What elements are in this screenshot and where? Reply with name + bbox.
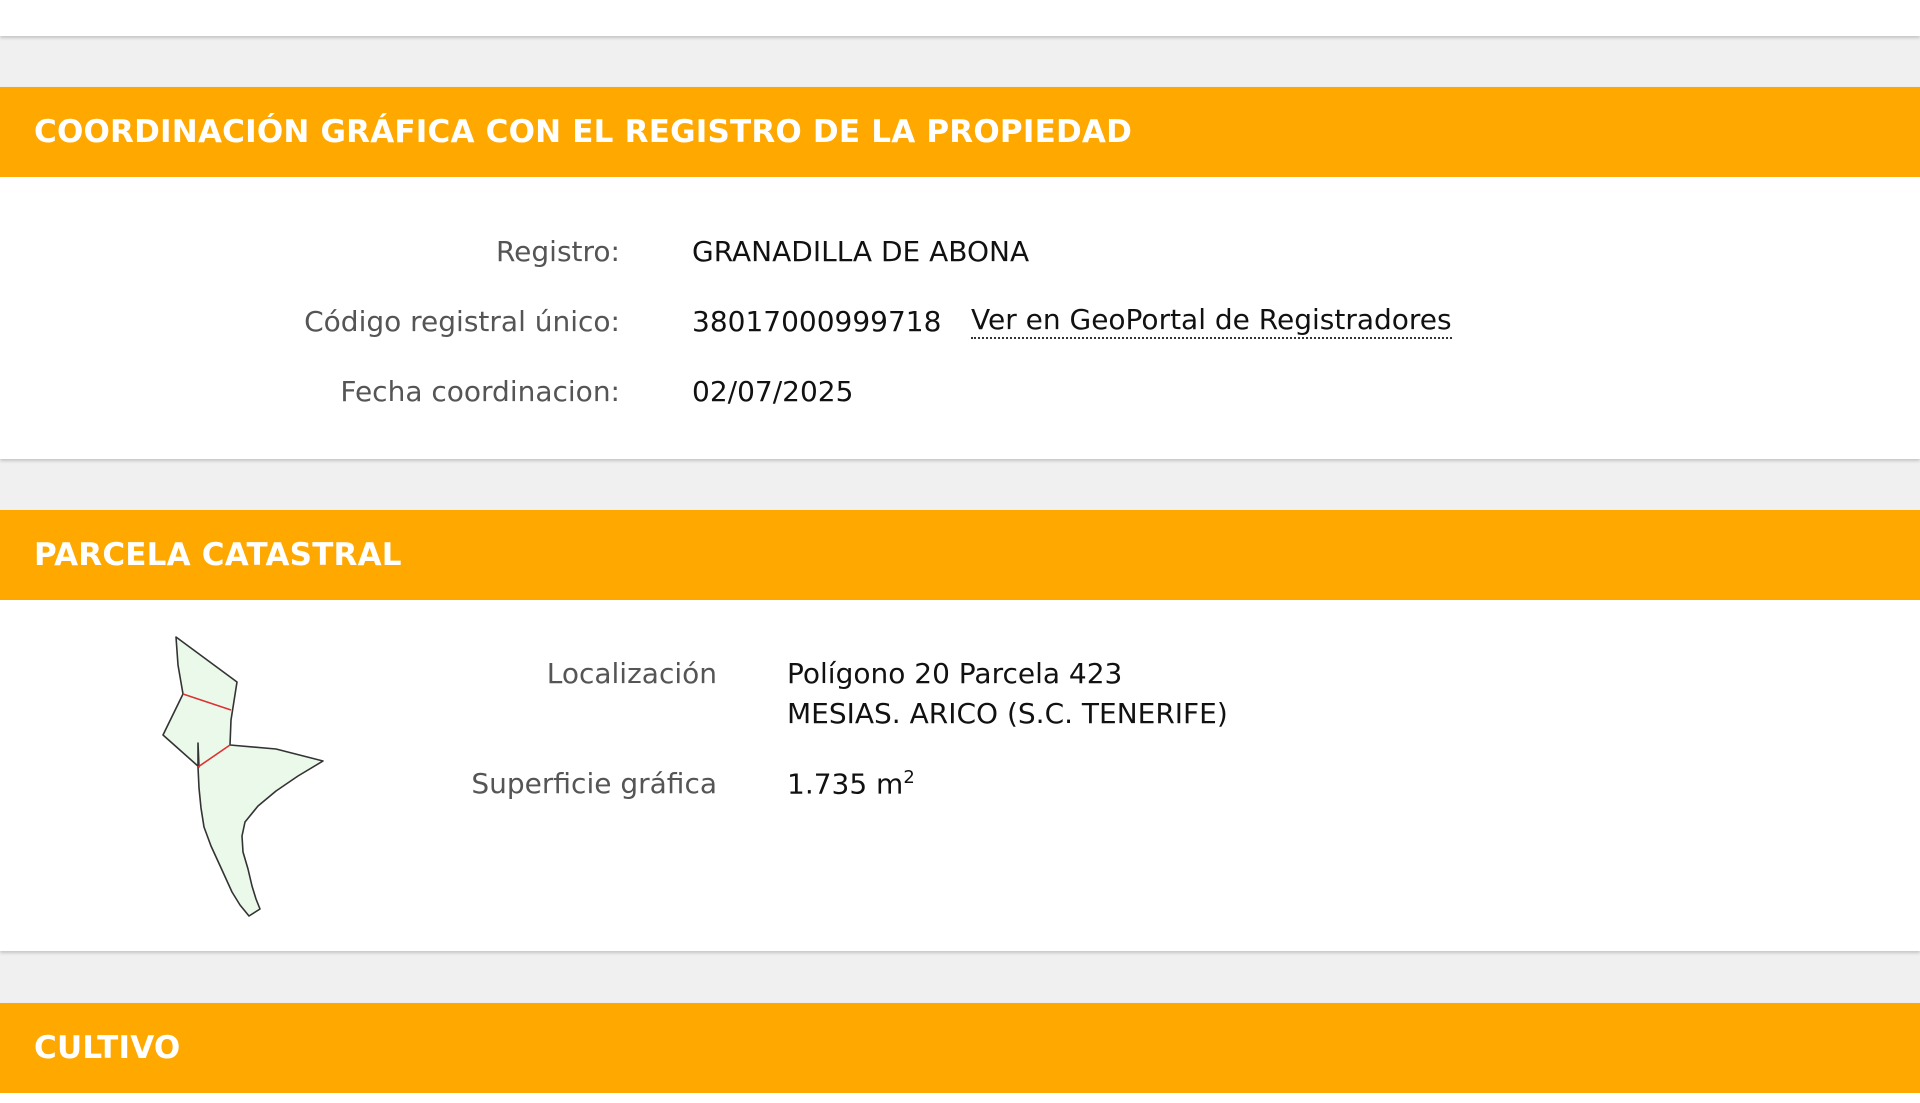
parcela-section-title: PARCELA CATASTRAL — [0, 510, 1920, 600]
localizacion-line2: MESIAS. ARICO (S.C. TENERIFE) — [787, 697, 1228, 730]
registro-label: Registro: — [495, 235, 620, 268]
coordinacion-section: COORDINACIÓN GRÁFICA CON EL REGISTRO DE … — [0, 87, 1920, 459]
cultivo-section: CULTIVO — [0, 1003, 1920, 1103]
superficie-value: 1.735 m2 — [787, 767, 915, 800]
previous-section-card — [0, 0, 1920, 36]
parcel-shape — [162, 636, 324, 917]
fecha-coordinacion-label: Fecha coordinacion: — [340, 375, 620, 408]
fecha-coordinacion-value: 02/07/2025 — [692, 375, 854, 408]
superficie-number: 1.735 m — [787, 767, 904, 801]
localizacion-line1: Polígono 20 Parcela 423 — [787, 657, 1123, 690]
parcela-section: PARCELA CATASTRAL Localización Polígono … — [0, 510, 1920, 951]
superficie-unit-exponent: 2 — [903, 767, 915, 788]
localizacion-label: Localización — [546, 657, 717, 690]
geoportal-link[interactable]: Ver en GeoPortal de Registradores — [971, 303, 1452, 339]
parcel-map-image — [162, 636, 324, 917]
coordinacion-section-title: COORDINACIÓN GRÁFICA CON EL REGISTRO DE … — [0, 87, 1920, 177]
codigo-registral-value: 38017000999718 — [692, 305, 942, 338]
superficie-label: Superficie gráfica — [471, 767, 717, 800]
registro-value: GRANADILLA DE ABONA — [692, 235, 1030, 268]
codigo-registral-label: Código registral único: — [304, 305, 620, 338]
